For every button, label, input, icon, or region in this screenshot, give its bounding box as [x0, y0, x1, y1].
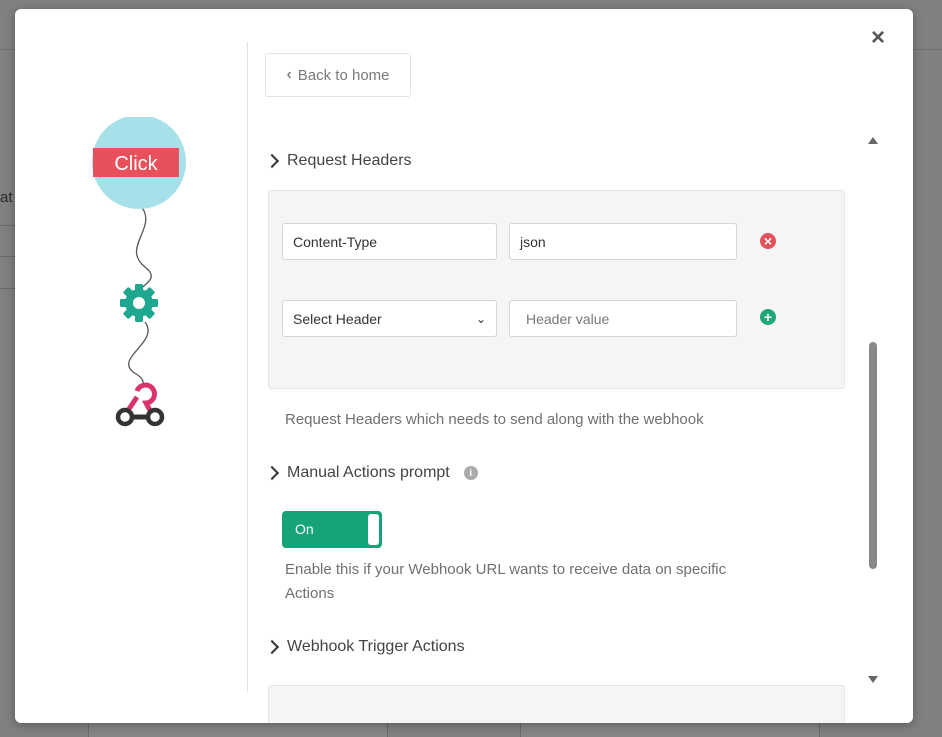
- manual-actions-toggle[interactable]: Manual Actions prompt i: [264, 464, 478, 482]
- webhook-settings-modal: × Click ‹ Back to home Request Headers C…: [15, 9, 913, 723]
- header-select-value: Select Header: [293, 310, 382, 327]
- trigger-actions-toggle[interactable]: Webhook Trigger Actions: [264, 638, 465, 656]
- click-trigger-icon: Click: [92, 117, 186, 209]
- manual-actions-help-line: Actions: [285, 585, 335, 602]
- column-divider: [247, 42, 248, 692]
- manual-actions-title: Manual Actions prompt: [287, 464, 450, 481]
- click-label: Click: [114, 153, 158, 175]
- chevron-right-icon: [264, 639, 280, 655]
- scroll-down-arrow-icon[interactable]: [868, 676, 878, 683]
- chevron-right-icon: [264, 465, 280, 481]
- remove-header-icon[interactable]: ×: [760, 233, 776, 249]
- manual-actions-switch[interactable]: On: [282, 511, 382, 548]
- back-to-home-button[interactable]: ‹ Back to home: [265, 53, 411, 97]
- request-headers-toggle[interactable]: Request Headers: [264, 152, 412, 170]
- close-button[interactable]: ×: [871, 26, 885, 50]
- header-value-input[interactable]: Header value: [509, 300, 737, 337]
- add-header-icon[interactable]: +: [760, 309, 776, 325]
- flow-connector: [135, 204, 152, 296]
- back-button-label: Back to home: [297, 66, 390, 84]
- switch-label: On: [295, 521, 314, 537]
- background-card: [88, 722, 388, 737]
- request-headers-panel: Content-Type json × Select Header ⌄ Head…: [268, 190, 845, 389]
- scrollbar-thumb[interactable]: [869, 342, 877, 569]
- request-headers-title: Request Headers: [287, 152, 412, 169]
- gear-icon: [120, 284, 158, 322]
- manual-actions-help-line: Enable this if your Webhook URL wants to…: [285, 561, 727, 578]
- header-name-input[interactable]: Content-Type: [282, 223, 497, 260]
- background-card: [520, 722, 820, 737]
- flow-connector: [128, 321, 149, 386]
- trigger-actions-title: Webhook Trigger Actions: [287, 638, 465, 655]
- chevron-down-icon: ⌄: [475, 311, 486, 326]
- settings-panel: ‹ Back to home Request Headers Content-T…: [264, 53, 865, 723]
- switch-knob: [368, 514, 379, 545]
- info-icon[interactable]: i: [463, 466, 478, 480]
- request-headers-help: Request Headers which needs to send alon…: [285, 411, 704, 428]
- scroll-up-arrow-icon[interactable]: [868, 137, 878, 144]
- header-select[interactable]: Select Header ⌄: [282, 300, 497, 337]
- chevron-left-icon: ‹: [286, 66, 292, 83]
- webhook-icon: [115, 382, 165, 427]
- manual-actions-help: Enable this if your Webhook URL wants to…: [285, 558, 726, 606]
- flow-illustration: Click: [92, 117, 186, 427]
- chevron-right-icon: [264, 153, 280, 169]
- background-text-fragment: at: [0, 189, 13, 206]
- trigger-actions-panel: [268, 685, 845, 723]
- header-value-input[interactable]: json: [509, 223, 737, 260]
